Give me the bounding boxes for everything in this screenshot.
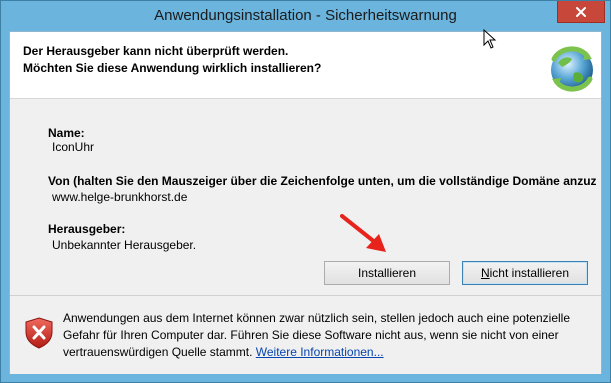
name-label: Name: <box>48 126 85 140</box>
install-button[interactable]: Installieren <box>324 261 450 285</box>
publisher-value: Unbekannter Herausgeber. <box>52 238 197 252</box>
dialog-body: Der Herausgeber kann nicht überprüft wer… <box>9 31 602 374</box>
header-panel: Der Herausgeber kann nicht überprüft wer… <box>10 32 601 99</box>
from-value[interactable]: www.helge-brunkhorst.de <box>52 190 187 204</box>
more-info-link[interactable]: Weitere Informationen... <box>256 345 384 359</box>
title-bar[interactable]: Anwendungsinstallation - Sicherheitswarn… <box>1 1 610 31</box>
header-message-2: Möchten Sie diese Anwendung wirklich ins… <box>23 61 322 75</box>
from-label: Von (halten Sie den Mauszeiger über die … <box>48 174 596 188</box>
dialog-window: Anwendungsinstallation - Sicherheitswarn… <box>0 0 611 383</box>
dont-install-button-label: icht installieren <box>489 266 570 280</box>
header-message-1: Der Herausgeber kann nicht überprüft wer… <box>23 44 289 58</box>
dont-install-mnemonic: N <box>480 266 490 280</box>
warning-text-block: Anwendungen aus dem Internet können zwar… <box>63 310 593 361</box>
dont-install-button[interactable]: Nicht installieren <box>462 261 588 285</box>
clickonce-globe-icon <box>551 46 593 92</box>
name-value: IconUhr <box>52 140 95 154</box>
mouse-cursor-icon <box>483 29 497 49</box>
warning-footer: Anwendungen aus dem Internet können zwar… <box>10 295 601 374</box>
install-button-label: Installieren <box>357 266 417 280</box>
security-shield-icon <box>25 317 53 349</box>
publisher-label: Herausgeber: <box>48 222 126 236</box>
window-title: Anwendungsinstallation - Sicherheitswarn… <box>154 7 457 24</box>
close-button[interactable] <box>557 1 605 23</box>
close-icon <box>576 6 586 17</box>
annotation-arrow-icon <box>340 214 386 252</box>
